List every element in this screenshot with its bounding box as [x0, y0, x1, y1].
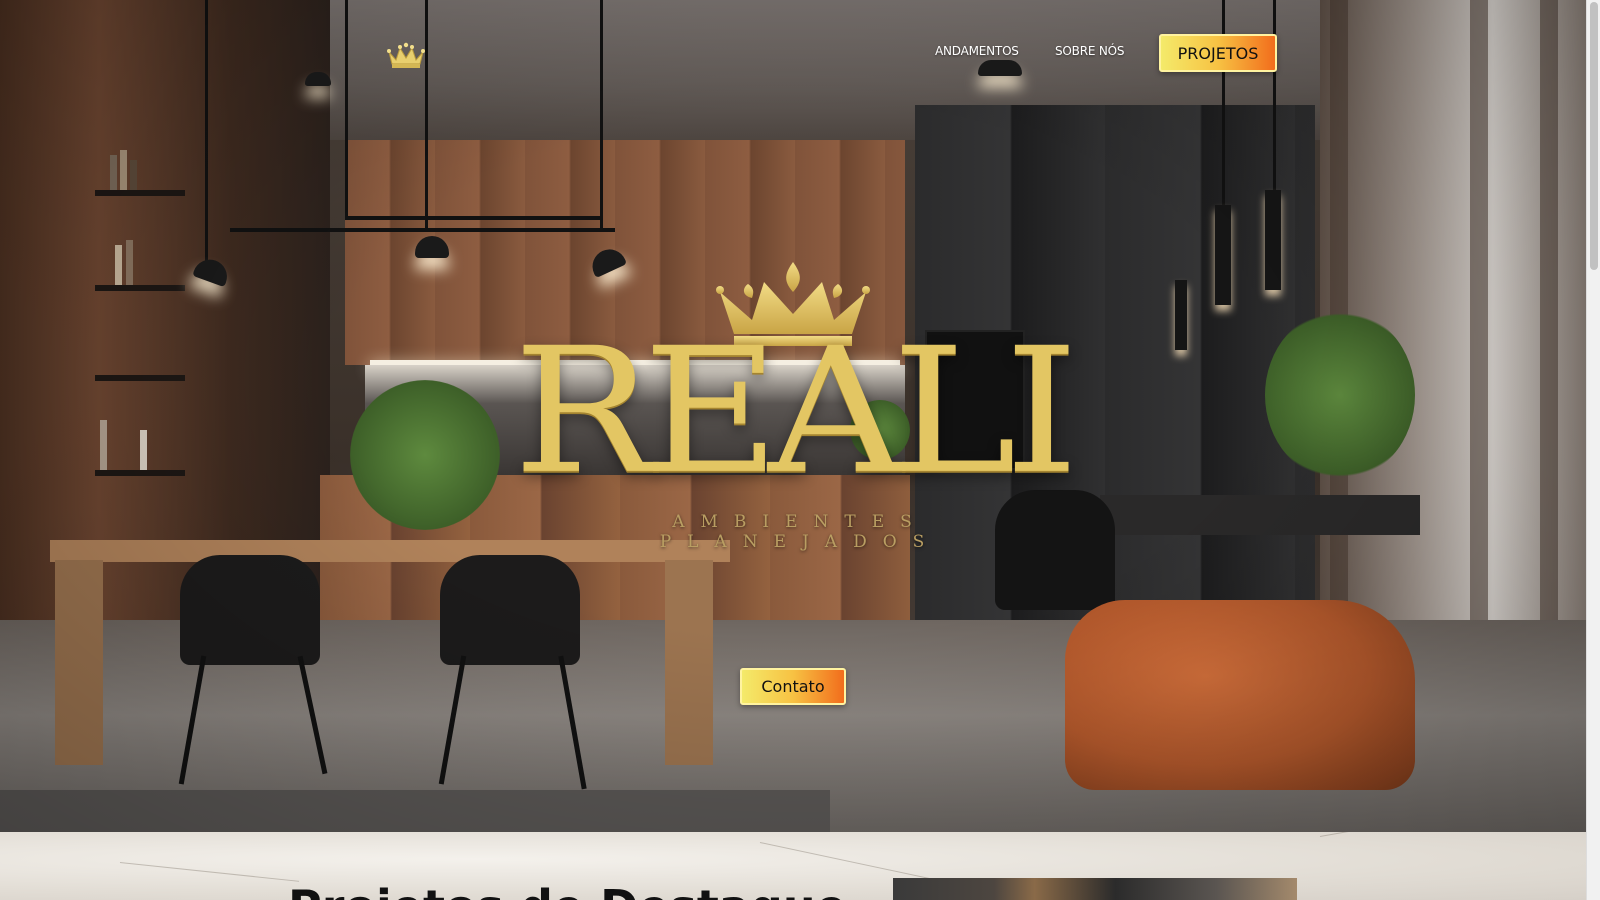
- brand-wordmark: REALI: [513, 310, 1079, 513]
- brand-tagline: AMBIENTES PLANEJADOS: [659, 512, 941, 552]
- section-title: Projetos de Destaque: [288, 880, 847, 900]
- projetos-button[interactable]: PROJETOS: [1159, 34, 1277, 72]
- page-scrollbar[interactable]: [1586, 0, 1600, 900]
- scrollbar-thumb[interactable]: [1590, 2, 1598, 270]
- nav-link-sobre-nos[interactable]: SOBRE NÓS: [1055, 44, 1124, 58]
- nav-link-andamentos[interactable]: ANDAMENTOS: [935, 44, 1019, 58]
- crown-icon[interactable]: [386, 42, 426, 70]
- project-preview-image[interactable]: [893, 878, 1297, 900]
- contato-button[interactable]: Contato: [740, 668, 846, 705]
- featured-projects-section: Projetos de Destaque: [0, 832, 1586, 900]
